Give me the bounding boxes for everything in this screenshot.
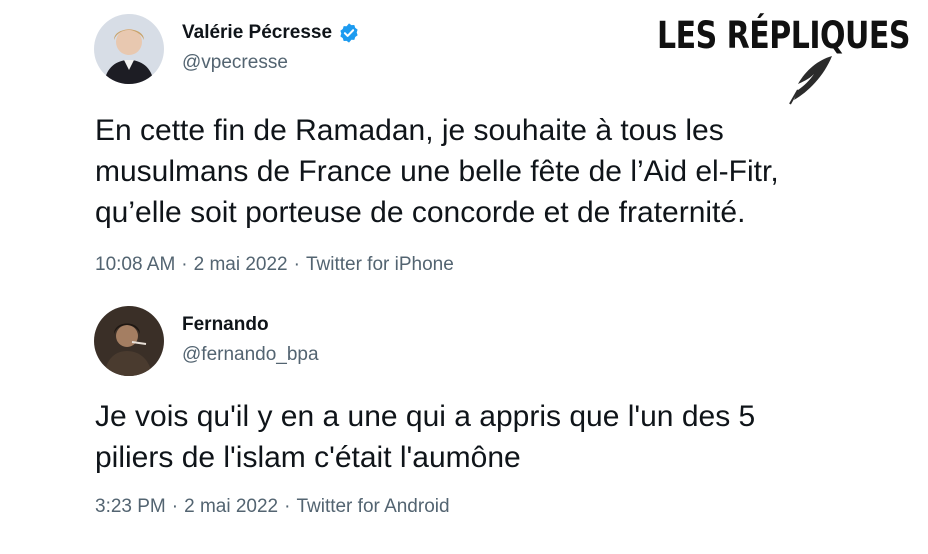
verified-badge-icon	[340, 23, 358, 43]
meta-separator: ·	[293, 254, 300, 275]
tweet-meta: 3:23 PM · 2 mai 2022 · Twitter for Andro…	[95, 496, 450, 518]
avatar[interactable]	[94, 14, 164, 84]
tweet-date[interactable]: 2 mai 2022	[194, 254, 288, 276]
tweet-text: Je vois qu'il y en a une qui a appris qu…	[95, 400, 756, 474]
meta-separator: ·	[171, 496, 179, 517]
tweet-time[interactable]: 3:23 PM	[95, 496, 166, 518]
meta-separator: ·	[181, 254, 188, 275]
meta-separator: ·	[284, 496, 291, 517]
author-handle[interactable]: @vpecresse	[182, 52, 288, 74]
tweet-time[interactable]: 10:08 AM	[95, 254, 175, 276]
avatar[interactable]	[94, 306, 164, 376]
author-handle[interactable]: @fernando_bpa	[182, 344, 319, 366]
author-name[interactable]: Fernando	[182, 314, 269, 336]
tweet-card: Valérie Pécresse @vpecresse En cette fin…	[0, 0, 928, 290]
author-name[interactable]: Valérie Pécresse	[182, 22, 332, 44]
tweet-date[interactable]: 2 mai 2022	[184, 496, 278, 518]
tweet-source[interactable]: Twitter for Android	[296, 496, 449, 518]
tweet-text: En cette fin de Ramadan, je souhaite à t…	[95, 114, 779, 229]
tweet-card: Fernando @fernando_bpa Je vois qu'il y e…	[0, 290, 928, 554]
tweet-meta: 10:08 AM · 2 mai 2022 · Twitter for iPho…	[95, 254, 454, 276]
tweet-source[interactable]: Twitter for iPhone	[306, 254, 454, 276]
